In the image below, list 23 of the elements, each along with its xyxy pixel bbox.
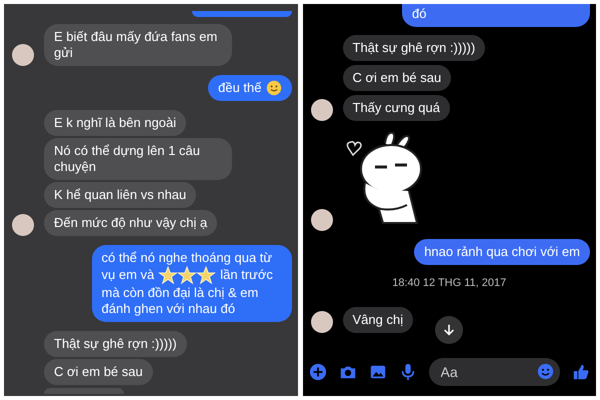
- message-bubble: Đến mức độ như vậy chị ạ: [44, 210, 218, 236]
- message-bubble: Thật sự ghê rợn :))))): [342, 35, 486, 61]
- message-field[interactable]: Aa: [428, 358, 560, 386]
- scroll-down-button[interactable]: [434, 316, 462, 344]
- image-icon[interactable]: [368, 363, 386, 381]
- message-bubble: E biết đâu mấy đứa fans em gửi: [44, 24, 232, 66]
- message-bubble: E k nghĩ là bên ngoài: [44, 110, 186, 136]
- message-bubble: Thấy cưng quá: [342, 95, 450, 121]
- thumbs-up-icon[interactable]: [572, 363, 590, 381]
- message-bubble: Nó có thể dựng lên 1 câu chuyện: [44, 138, 232, 180]
- timestamp: 18:40 12 THG 11, 2017: [391, 277, 508, 289]
- message-bubble: Vâng chị: [342, 307, 414, 333]
- message-bubble: Thật sự ghê rợn :))))): [44, 331, 187, 357]
- plus-icon[interactable]: [308, 363, 326, 381]
- message-bubble: C ơi em bé sau: [44, 359, 153, 385]
- message-text: hnao rảnh qua chơi với em: [424, 244, 580, 260]
- emoji-icon[interactable]: [537, 363, 554, 380]
- arrow-down-icon: [442, 323, 456, 337]
- message-text: có thể nó nghe thoáng qua từ vụ em và lần trước mà còn đồn đại là chị & em đánh ghen với nhau đó: [102, 250, 274, 317]
- message-text: đó: [412, 6, 426, 22]
- message-text: đều thế: [218, 80, 262, 96]
- message-bubble: C ơi em bé sau: [342, 65, 452, 91]
- message-bubble: K hể quan liên vs nhau: [44, 182, 196, 208]
